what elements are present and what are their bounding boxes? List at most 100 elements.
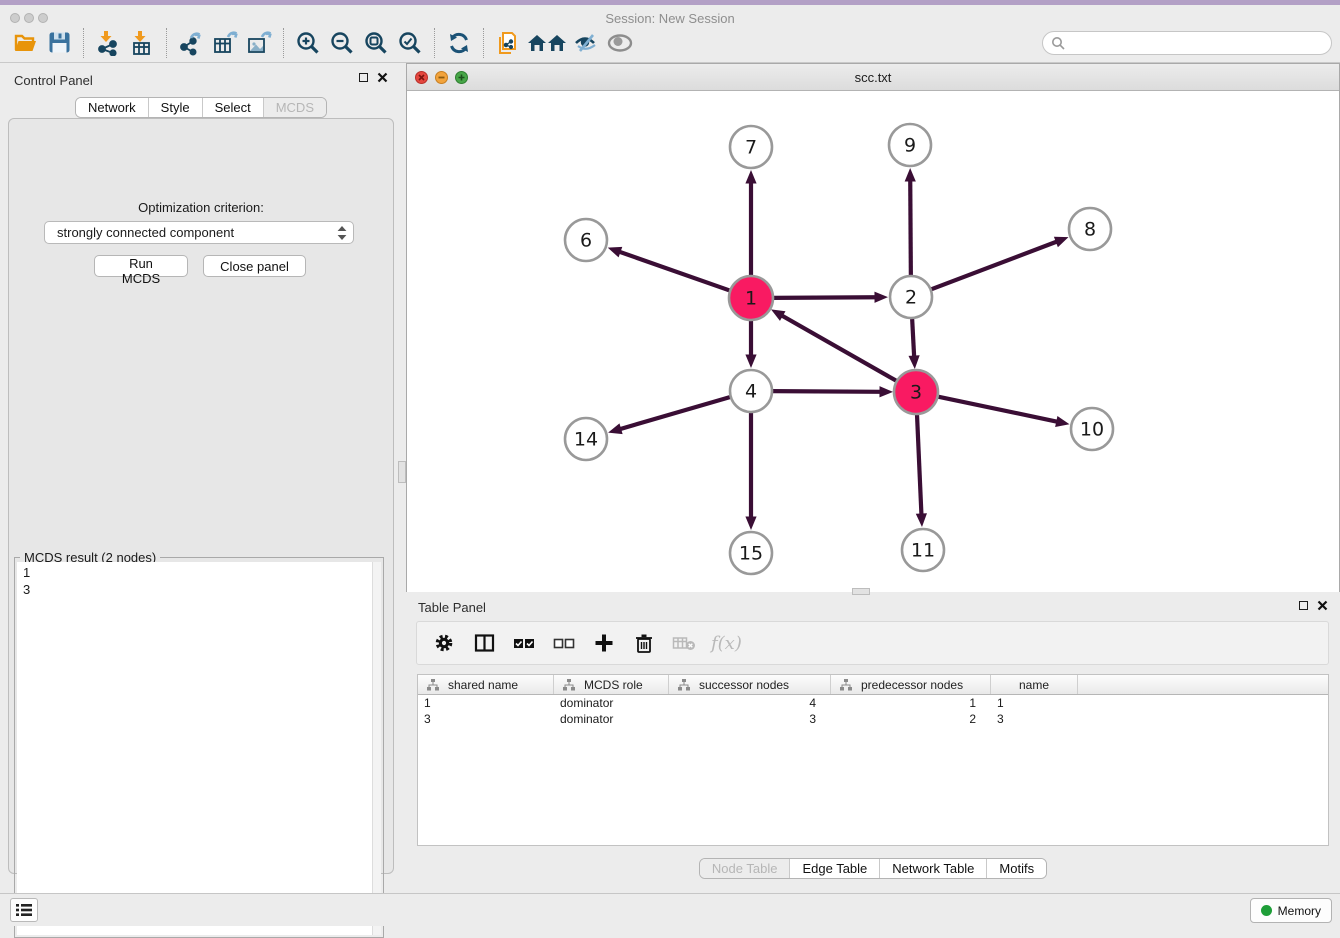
graph-edge-2-9[interactable]	[905, 168, 916, 275]
table-cell[interactable]: dominator	[554, 711, 669, 727]
graph-node-label: 6	[580, 230, 592, 252]
graph-node-14[interactable]: 14	[565, 418, 607, 460]
table-cell[interactable]: dominator	[554, 695, 669, 711]
graph-node-2[interactable]: 2	[890, 276, 932, 318]
result-scrollbar[interactable]	[372, 562, 381, 935]
graph-node-8[interactable]: 8	[1069, 208, 1111, 250]
import-table-icon	[129, 30, 155, 56]
show-all-button[interactable]	[525, 26, 569, 60]
import-table-button[interactable]	[125, 26, 159, 60]
export-image-button[interactable]	[242, 26, 276, 60]
graph-node-label: 2	[905, 287, 917, 309]
graph-edge-4-14[interactable]	[608, 397, 730, 434]
zoom-selected-button[interactable]	[393, 26, 427, 60]
table-cell[interactable]: 4	[669, 695, 831, 711]
search-input[interactable]	[1065, 33, 1331, 53]
hide-selected-button[interactable]	[569, 26, 603, 60]
close-panel-icon[interactable]	[1317, 600, 1328, 611]
tab-motifs[interactable]: Motifs	[986, 859, 1046, 878]
graph-edge-2-8[interactable]	[932, 237, 1069, 289]
close-panel-button[interactable]: Close panel	[203, 255, 306, 277]
graph-edge-4-15[interactable]	[745, 413, 756, 530]
run-mcds-button[interactable]: Run MCDS	[94, 255, 188, 277]
import-network-button[interactable]	[91, 26, 125, 60]
open-session-button[interactable]	[8, 26, 42, 60]
tab-network-table[interactable]: Network Table	[879, 859, 986, 878]
table-cell[interactable]: 3	[669, 711, 831, 727]
table-cell[interactable]: 1	[831, 695, 991, 711]
tab-select[interactable]: Select	[202, 98, 263, 117]
close-panel-icon[interactable]	[377, 72, 388, 83]
criterion-dropdown[interactable]: strongly connected component	[44, 221, 354, 244]
graph-edge-1-6[interactable]	[608, 247, 731, 291]
horizontal-splitter-grip[interactable]	[852, 588, 870, 595]
table-row[interactable]: 3dominator323	[418, 711, 1328, 727]
deselect-all-icon	[553, 634, 575, 652]
table-cell[interactable]: 3	[991, 711, 1078, 727]
memory-button[interactable]: Memory	[1250, 898, 1332, 923]
graph-node-9[interactable]: 9	[889, 124, 931, 166]
export-network-button[interactable]	[174, 26, 208, 60]
column-header-mcds-role[interactable]: MCDS role	[554, 675, 669, 694]
graph-node-11[interactable]: 11	[902, 529, 944, 571]
float-panel-icon[interactable]	[1299, 601, 1308, 610]
list-icon	[16, 903, 32, 917]
vertical-splitter-grip[interactable]	[398, 461, 406, 483]
graph-node-3[interactable]: 3	[894, 370, 938, 414]
graph-node-1[interactable]: 1	[729, 276, 773, 320]
delete-table-button[interactable]	[671, 630, 697, 656]
tab-mcds[interactable]: MCDS	[263, 98, 326, 117]
graph-edge-2-3[interactable]	[908, 319, 919, 369]
table-settings-button[interactable]	[431, 630, 457, 656]
delete-column-button[interactable]	[631, 630, 657, 656]
column-header-name[interactable]: name	[991, 675, 1078, 694]
table-cell[interactable]: 1	[418, 695, 554, 711]
tab-node-table[interactable]: Node Table	[700, 859, 790, 878]
deselect-all-columns-button[interactable]	[551, 630, 577, 656]
table-body: 1dominator4113dominator323	[418, 695, 1328, 727]
table-cell[interactable]: 2	[831, 711, 991, 727]
network-window-titlebar[interactable]: scc.txt	[407, 64, 1339, 91]
duplicate-network-button[interactable]	[491, 26, 525, 60]
zoom-fit-button[interactable]	[359, 26, 393, 60]
function-builder-button[interactable]: f(x)	[711, 633, 742, 654]
graph-edge-1-4[interactable]	[745, 320, 756, 368]
column-header-predecessor-nodes[interactable]: predecessor nodes	[831, 675, 991, 694]
tab-style[interactable]: Style	[148, 98, 202, 117]
float-panel-icon[interactable]	[359, 73, 368, 82]
table-row[interactable]: 1dominator411	[418, 695, 1328, 711]
search-field[interactable]	[1042, 31, 1332, 55]
graph-edge-3-11[interactable]	[916, 414, 927, 527]
export-table-button[interactable]	[208, 26, 242, 60]
graph-node-4[interactable]: 4	[730, 370, 772, 412]
graph-node-label: 8	[1084, 219, 1096, 241]
graph-edge-1-2[interactable]	[773, 292, 888, 303]
tab-network[interactable]: Network	[76, 98, 148, 117]
column-header-successor-nodes[interactable]: successor nodes	[669, 675, 831, 694]
column-header-shared-name[interactable]: shared name	[418, 675, 554, 694]
save-session-button[interactable]	[42, 26, 76, 60]
graph-node-15[interactable]: 15	[730, 532, 772, 574]
create-column-button[interactable]	[591, 630, 617, 656]
zoom-in-button[interactable]	[291, 26, 325, 60]
show-columns-button[interactable]	[471, 630, 497, 656]
table-cell[interactable]: 3	[418, 711, 554, 727]
graph-node-7[interactable]: 7	[730, 126, 772, 168]
zoom-out-button[interactable]	[325, 26, 359, 60]
tab-edge-table[interactable]: Edge Table	[789, 859, 879, 878]
graph-edge-3-1[interactable]	[771, 309, 897, 381]
apply-layout-button[interactable]	[442, 26, 476, 60]
graph-node-6[interactable]: 6	[565, 219, 607, 261]
show-hidden-button[interactable]	[603, 26, 637, 60]
graph-node-10[interactable]: 10	[1071, 408, 1113, 450]
mcds-result-text[interactable]: 1 3	[17, 562, 372, 935]
graph-edge-4-3[interactable]	[773, 386, 893, 397]
network-canvas[interactable]: 7 9 6 8 1 2 4 3 14 10 15 11	[407, 91, 1339, 592]
delete-table-icon	[672, 634, 696, 652]
select-all-columns-button[interactable]	[511, 630, 537, 656]
graph-edge-1-7[interactable]	[745, 170, 756, 276]
task-history-button[interactable]	[10, 898, 38, 922]
table-cell[interactable]: 1	[991, 695, 1078, 711]
graph-edge-3-10[interactable]	[938, 397, 1070, 427]
dropdown-chevrons-icon	[337, 225, 347, 241]
